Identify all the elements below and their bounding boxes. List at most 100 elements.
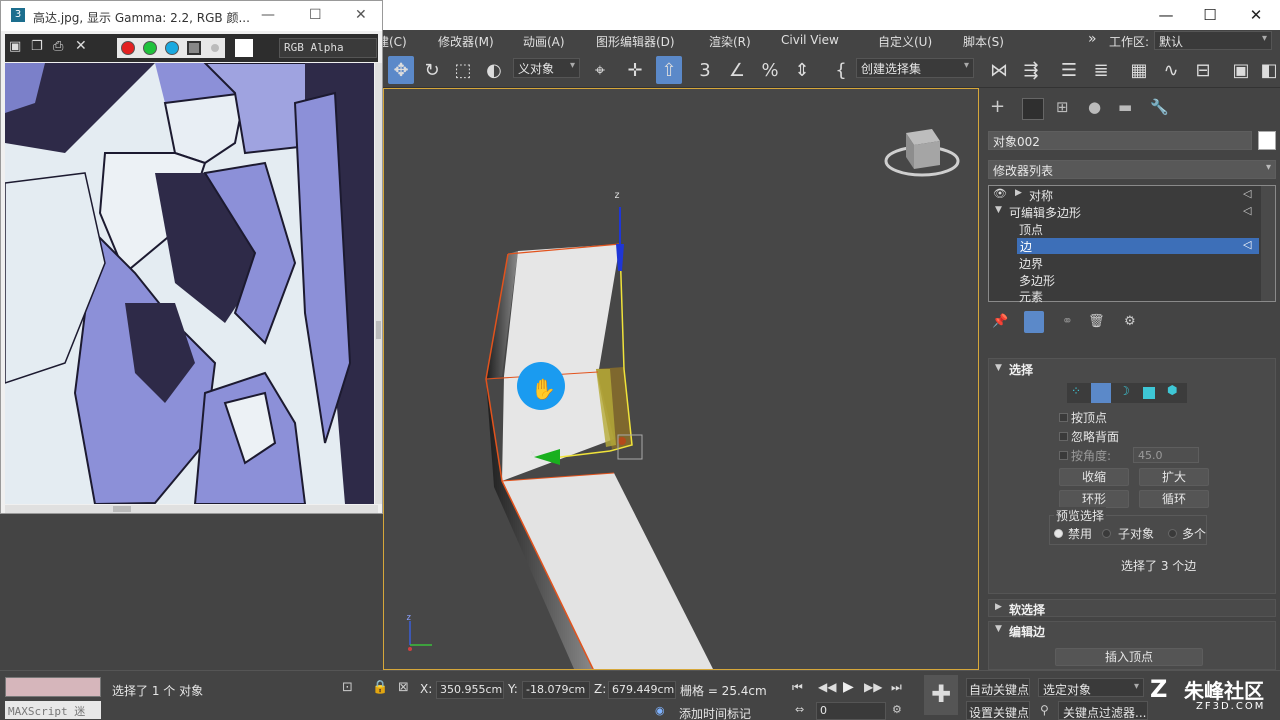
remove-modifier-icon[interactable]: 🗑	[1088, 314, 1105, 329]
go-to-start-icon[interactable]: ⏮	[792, 680, 803, 695]
menu-civil-view[interactable]: Civil View	[781, 33, 839, 47]
object-color-swatch[interactable]	[1258, 131, 1276, 150]
preview-multi-radio[interactable]	[1168, 529, 1177, 538]
y-coordinate-field[interactable]: -18.079cm	[522, 681, 590, 699]
horizontal-scrollbar[interactable]	[5, 505, 378, 513]
menu-scripting[interactable]: 脚本(S)	[963, 33, 1004, 50]
scene-explorer-icon[interactable]: ☰	[1056, 56, 1082, 84]
expand-down-icon[interactable]: ▼	[995, 205, 1002, 215]
collapse-icon[interactable]: ▼	[995, 624, 1002, 634]
menu-animation[interactable]: 动画(A)	[523, 33, 565, 50]
select-manipulate-icon[interactable]: ✛	[622, 56, 648, 84]
curve-editor-icon[interactable]: ∿	[1158, 56, 1184, 84]
expand-right-icon[interactable]: ▶	[1015, 188, 1022, 198]
mirror-icon[interactable]: ⋈	[986, 56, 1012, 84]
frame-spinner[interactable]: 0	[816, 702, 886, 720]
place-icon[interactable]: ◐	[481, 56, 507, 84]
add-time-tag[interactable]: ◉ 添加时间标记	[655, 703, 775, 720]
green-channel-icon[interactable]	[143, 41, 157, 55]
perspective-viewport[interactable]: ✋ z x z	[383, 88, 979, 670]
object-name-field[interactable]: 对象002	[988, 131, 1252, 150]
scale-icon[interactable]: ⬚	[450, 56, 476, 84]
soft-selection-rollout[interactable]: ▶ 软选择	[988, 599, 1276, 617]
set-key-mode-button[interactable]: 设置关键点	[966, 701, 1030, 720]
polygon-mode-icon[interactable]	[1143, 387, 1155, 399]
red-channel-icon[interactable]	[121, 41, 135, 55]
previous-frame-icon[interactable]: ◀◀	[818, 680, 836, 694]
layer-explorer-icon[interactable]: ≣	[1088, 56, 1114, 84]
vertical-scrollbar[interactable]	[375, 63, 382, 504]
element-mode-icon[interactable]: ⬢	[1167, 383, 1177, 397]
ignore-backfacing-checkbox[interactable]	[1059, 432, 1068, 441]
render-setup-icon[interactable]: ▣	[1228, 56, 1254, 84]
isolate-selection-icon[interactable]: ⊡	[342, 680, 353, 695]
sub-object-vertex[interactable]: 顶点	[1019, 221, 1043, 238]
maxscript-listener[interactable]	[5, 677, 101, 697]
minimize-button[interactable]: —	[1152, 4, 1180, 26]
shrink-button[interactable]: 收缩	[1059, 468, 1129, 486]
pin-stack-icon[interactable]: 📌	[992, 314, 1008, 329]
set-key-button[interactable]: ✚	[924, 675, 958, 715]
time-config-icon[interactable]: ⚙	[892, 703, 902, 716]
maximize-icon[interactable]: ☐	[309, 7, 322, 23]
sub-object-edge-selected[interactable]: 边 ◁	[1017, 238, 1259, 254]
motion-tab-icon[interactable]: ●	[1088, 98, 1101, 116]
save-image-icon[interactable]: ▣	[9, 39, 21, 54]
eye-icon[interactable]: 👁	[993, 187, 1007, 200]
key-mode-icon[interactable]: ⇔	[795, 703, 804, 716]
next-frame-icon[interactable]: ▶▶	[864, 680, 882, 694]
insert-vertex-button[interactable]: 插入顶点	[1055, 648, 1203, 666]
absolute-mode-icon[interactable]: ⊠	[398, 680, 409, 695]
collapse-icon[interactable]: ▼	[995, 363, 1002, 373]
by-vertex-checkbox[interactable]	[1059, 413, 1068, 422]
maximize-button[interactable]: ☐	[1196, 4, 1224, 26]
edit-edges-title[interactable]: 编辑边	[1009, 623, 1045, 640]
blue-channel-icon[interactable]	[165, 41, 179, 55]
sub-object-element[interactable]: 元素	[1019, 288, 1043, 305]
keyboard-shortcut-icon[interactable]: ⇧	[656, 56, 682, 84]
close-icon[interactable]: ✕	[355, 7, 367, 23]
edge-mode-icon[interactable]	[1091, 383, 1111, 403]
create-tab-icon[interactable]: +	[990, 96, 1005, 117]
preview-subobject-radio[interactable]	[1102, 529, 1111, 538]
clone-window-icon[interactable]: ❐	[31, 39, 43, 54]
angle-spinner[interactable]: 45.0	[1133, 447, 1199, 463]
rotate-icon[interactable]: ↻	[419, 56, 445, 84]
loop-button[interactable]: 循环	[1139, 490, 1209, 508]
sub-object-polygon[interactable]: 多边形	[1019, 272, 1055, 289]
named-selection-dropdown[interactable]: 创建选择集	[856, 58, 974, 78]
minimize-icon[interactable]: —	[261, 7, 275, 23]
show-end-result-icon[interactable]	[1024, 311, 1044, 333]
selection-filter-dropdown[interactable]: 义对象	[513, 58, 580, 78]
select-move-icon[interactable]: ✥	[388, 56, 414, 84]
preview-off-radio[interactable]	[1054, 529, 1063, 538]
spinner-snap-icon[interactable]: ⇕	[789, 56, 815, 84]
z-coordinate-field[interactable]: 679.449cm	[608, 681, 676, 699]
modifier-list-dropdown[interactable]: 修改器列表 ▾	[988, 160, 1276, 179]
snap-toggle-icon[interactable]: 3	[692, 56, 718, 84]
grow-button[interactable]: 扩大	[1139, 468, 1209, 486]
use-pivot-icon[interactable]: ⌖	[587, 56, 613, 84]
percent-snap-icon[interactable]: %	[757, 56, 783, 84]
angle-snap-icon[interactable]: ∠	[724, 56, 750, 84]
print-image-icon[interactable]: ⎙	[53, 39, 63, 54]
menu-customize[interactable]: 自定义(U)	[878, 33, 932, 50]
menu-graph-editors[interactable]: 图形编辑器(D)	[596, 33, 675, 50]
selection-rollout-title[interactable]: 选择	[1009, 361, 1033, 378]
scrollbar-thumb[interactable]	[113, 506, 131, 512]
play-icon[interactable]: ▶	[843, 679, 854, 695]
mono-channel-icon[interactable]	[211, 44, 219, 52]
vertex-mode-icon[interactable]: ⁘	[1071, 384, 1081, 398]
utilities-tab-icon[interactable]: 🔧	[1150, 98, 1169, 116]
x-coordinate-field[interactable]: 350.955cm	[436, 681, 504, 699]
render-icon[interactable]: ◧	[1259, 56, 1279, 84]
edit-named-selection-icon[interactable]: {	[828, 56, 854, 84]
auto-key-button[interactable]: 自动关键点	[966, 678, 1030, 697]
background-color-swatch[interactable]	[235, 39, 253, 57]
channel-dropdown[interactable]: RGB Alpha	[279, 38, 377, 58]
configure-sets-icon[interactable]: ⚙	[1124, 314, 1136, 329]
reference-image[interactable]	[5, 63, 374, 504]
menu-rendering[interactable]: 渲染(R)	[709, 33, 751, 50]
display-tab-icon[interactable]: ▬	[1118, 98, 1132, 116]
align-icon[interactable]: ⇶	[1018, 56, 1044, 84]
